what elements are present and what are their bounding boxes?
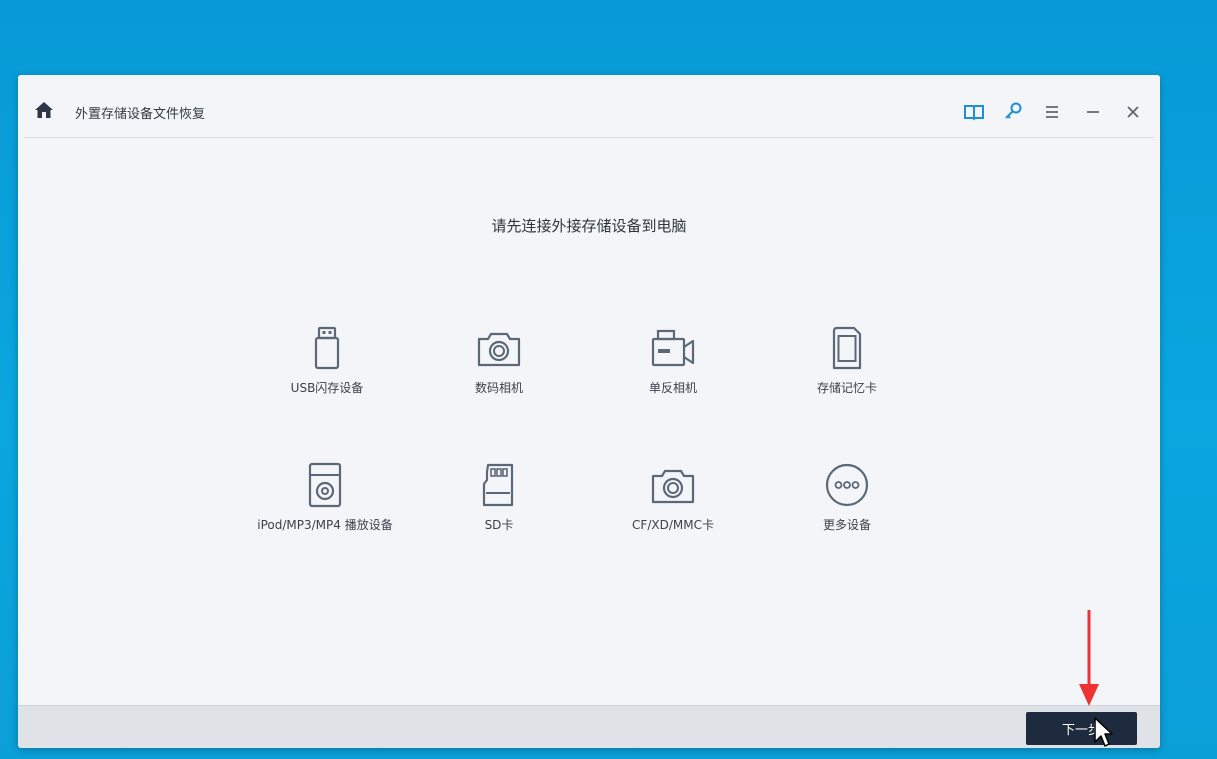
device-label: 存储记忆卡 [816, 381, 877, 395]
sd-card-icon [482, 463, 514, 507]
title-divider [24, 137, 1154, 138]
page-headline: 请先连接外接存储设备到电脑 [491, 217, 687, 235]
mouse-cursor-icon [1094, 717, 1113, 747]
next-button[interactable]: 下一步 [1026, 712, 1137, 745]
device-sd-card[interactable]: SD卡 [414, 462, 584, 533]
key-icon[interactable] [1002, 101, 1024, 123]
window-title: 外置存储设备文件恢复 [75, 107, 206, 122]
more-devices-icon [825, 463, 869, 507]
media-player-icon [308, 462, 342, 508]
title-bar: 外置存储设备文件恢复 [18, 75, 1160, 138]
device-label: 数码相机 [474, 381, 523, 395]
usb-drive-icon [314, 326, 340, 370]
device-cf-xd-mmc[interactable]: CF/XD/MMC卡 [588, 462, 758, 533]
device-label: 更多设备 [822, 518, 871, 532]
app-window: 外置存储设备文件恢复 请先连接外接存储设备到电脑 USB闪存设备 数码相机 单反… [18, 75, 1160, 748]
device-memory-card[interactable]: 存储记忆卡 [762, 325, 932, 396]
device-label: iPod/MP3/MP4 播放设备 [257, 518, 393, 532]
device-label: SD卡 [484, 518, 514, 532]
minimize-icon[interactable] [1082, 101, 1104, 123]
device-more[interactable]: 更多设备 [762, 462, 932, 533]
device-label: USB闪存设备 [290, 381, 364, 395]
book-icon[interactable] [963, 101, 985, 123]
menu-icon[interactable] [1041, 101, 1063, 123]
close-icon[interactable] [1122, 101, 1144, 123]
device-label: 单反相机 [648, 381, 697, 395]
cf-card-camera-icon [651, 469, 695, 504]
home-icon[interactable] [34, 101, 54, 119]
digital-camera-icon [477, 332, 521, 367]
device-media-player[interactable]: iPod/MP3/MP4 播放设备 [240, 462, 410, 533]
device-dslr[interactable]: 单反相机 [588, 325, 758, 396]
device-digital-camera[interactable]: 数码相机 [414, 325, 584, 396]
footer-bar [18, 705, 1160, 748]
video-camera-icon [651, 329, 695, 367]
device-label: CF/XD/MMC卡 [632, 518, 714, 532]
memory-card-icon [832, 326, 862, 370]
red-arrow-annotation [1079, 610, 1099, 706]
device-usb-drive[interactable]: USB闪存设备 [242, 325, 412, 396]
